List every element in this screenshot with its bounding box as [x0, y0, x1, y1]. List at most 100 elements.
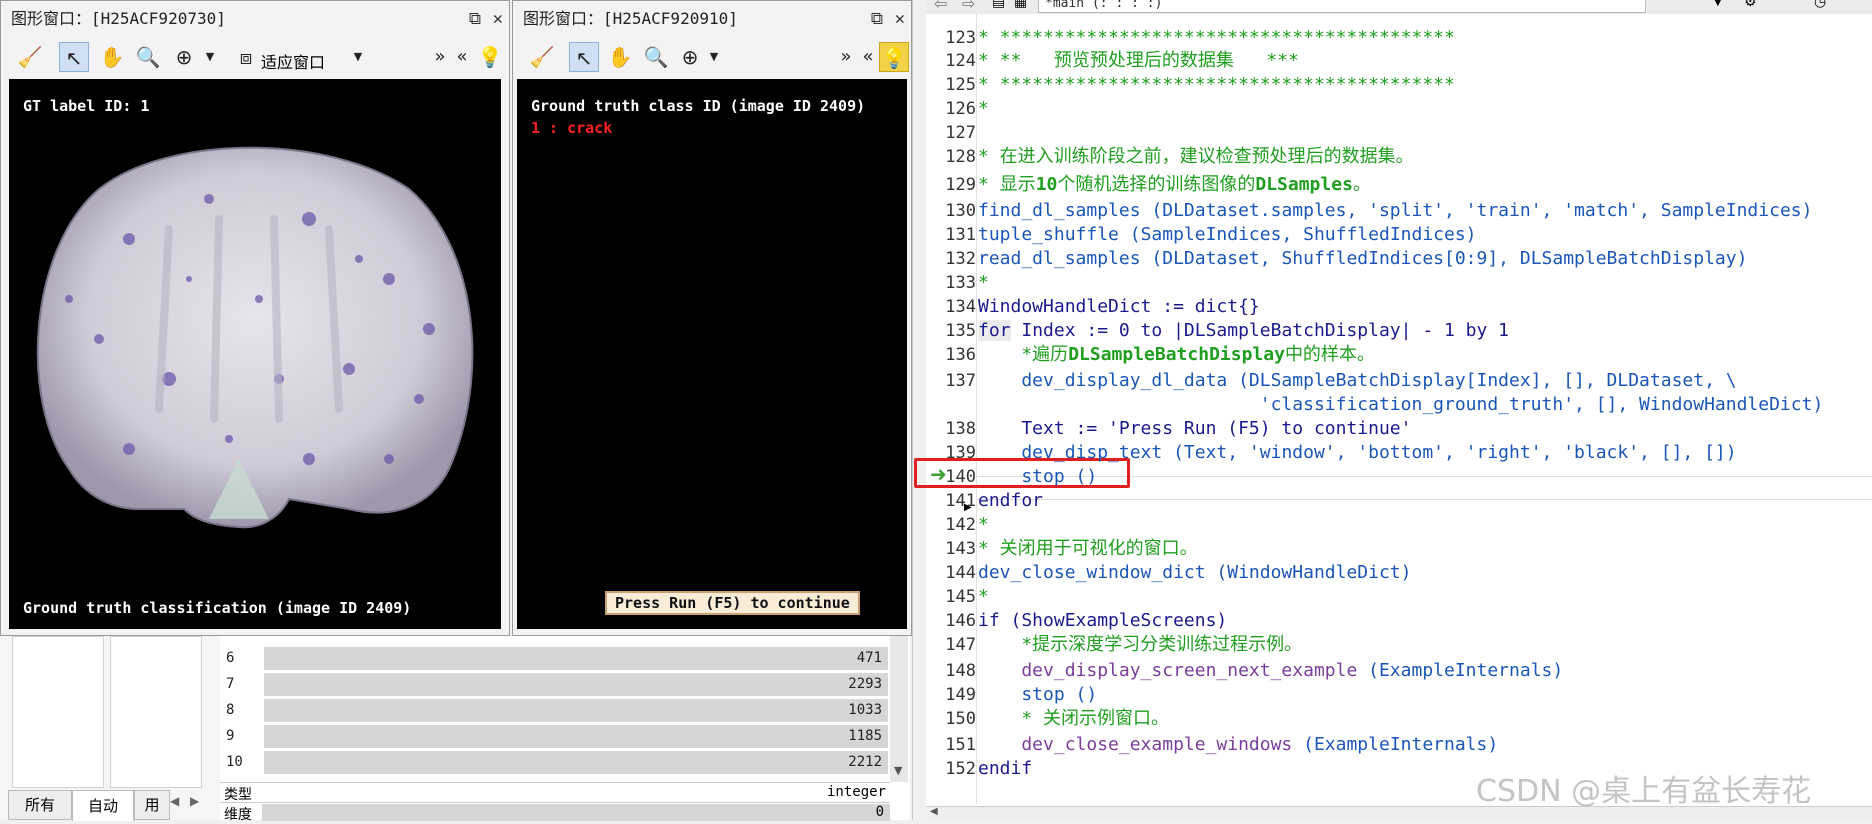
scroll-down-icon[interactable]: ▼: [894, 764, 902, 777]
row-index: 8: [226, 702, 235, 718]
code-line-131[interactable]: tuple_shuffle (SampleIndices, ShuffledIn…: [978, 223, 1477, 247]
code-kw: for: [978, 320, 1011, 341]
text-canvas[interactable]: Ground truth class ID (image ID 2409) 1 …: [517, 79, 907, 629]
code-line-139[interactable]: dev_disp_text (Text, 'window', 'bottom',…: [978, 441, 1736, 465]
code-line-125[interactable]: * **************************************…: [978, 73, 1455, 97]
magnify-icon[interactable]: 🔍: [641, 42, 671, 72]
procedure-selector[interactable]: *main (: : : :): [1038, 0, 1646, 13]
restore-icon[interactable]: ⧉: [469, 1, 481, 37]
zoom-dropdown-icon[interactable]: ▼: [195, 42, 225, 72]
code-line-140[interactable]: stop (): [978, 465, 1097, 489]
table-row[interactable]: 9 1185: [222, 724, 888, 749]
tab-auto[interactable]: 自动: [72, 790, 134, 821]
clear-broom-icon[interactable]: 🧹: [15, 42, 45, 72]
table-row[interactable]: 10 2212: [222, 750, 888, 775]
code-line-138[interactable]: Text := 'Press Run (F5) to continue': [978, 417, 1411, 441]
code-fn: read_dl_samples: [978, 248, 1141, 269]
code-line-133[interactable]: *: [978, 271, 989, 295]
forward-arrow-icon[interactable]: ⇨: [962, 0, 975, 13]
fit-window-icon[interactable]: ⧈: [231, 42, 261, 72]
image-canvas[interactable]: GT label ID: 1 Ground truth classificati…: [9, 79, 501, 629]
close-icon[interactable]: ✕: [895, 1, 905, 37]
graphics-window-2[interactable]: 图形窗口：[H25ACF920910] ⧉ ✕ 🧹 ↖ ✋ 🔍 ⊕ ▼ » « …: [512, 0, 912, 636]
code-fn: dev_disp_text: [978, 442, 1163, 463]
code-line-150[interactable]: * 关闭示例窗口。: [978, 707, 1169, 731]
code-fn: dev_display_dl_data: [978, 370, 1228, 391]
code-line-141[interactable]: endfor: [978, 489, 1043, 513]
pointer-icon[interactable]: ↖: [569, 42, 599, 72]
line-number: 142: [945, 515, 976, 535]
type-row: 类型 integer: [220, 782, 890, 803]
watermark: CSDN @桌上有盆长寿花: [1476, 774, 1812, 809]
code-line-149[interactable]: stop (): [978, 683, 1097, 707]
pan-hand-icon[interactable]: ✋: [605, 42, 635, 72]
back-arrow-icon[interactable]: ⇦: [934, 0, 947, 13]
code-line-147[interactable]: *提示深度学习分类训练过程示例。: [978, 633, 1302, 657]
fit-dropdown-icon[interactable]: ▼: [343, 42, 373, 72]
clear-broom-icon[interactable]: 🧹: [527, 42, 557, 72]
code-line-151[interactable]: dev_close_example_windows (ExampleIntern…: [978, 733, 1498, 757]
code-args: (DLDataset.samples, 'split', 'train', 'm…: [1140, 200, 1813, 221]
code-line-137[interactable]: dev_display_dl_data (DLSampleBatchDispla…: [978, 369, 1736, 393]
bottom-classification-text: Ground truth classification (image ID 24…: [23, 599, 412, 617]
zoom-dropdown-icon[interactable]: ▼: [699, 42, 729, 72]
tab-scroll-left-icon[interactable]: ◀: [170, 794, 179, 808]
clock-icon[interactable]: ◷: [1814, 0, 1826, 10]
code-line-124[interactable]: * ** 预览预处理后的数据集 ***: [978, 49, 1299, 73]
row-value: 1033: [848, 702, 882, 718]
window-title-bar[interactable]: 图形窗口：[H25ACF920730] ⧉ ✕: [1, 1, 509, 37]
table-row[interactable]: 7 2293: [222, 672, 888, 697]
window-title: 图形窗口：[H25ACF920910]: [523, 9, 738, 28]
code-line-148[interactable]: dev_display_screen_next_example (Example…: [978, 659, 1563, 683]
fit-window-label[interactable]: 适应窗口: [261, 49, 325, 73]
code-args: (): [1064, 684, 1098, 705]
line-number: 144: [945, 563, 976, 583]
table-row[interactable]: 6 471: [222, 646, 888, 671]
window-title-bar[interactable]: 图形窗口：[H25ACF920910] ⧉ ✕: [513, 1, 911, 37]
code-line-126[interactable]: *: [978, 97, 989, 121]
code-line-132[interactable]: read_dl_samples (DLDataset, ShuffledIndi…: [978, 247, 1747, 271]
panel-column: [12, 636, 104, 788]
line-number: 138: [945, 419, 976, 439]
bulb-icon[interactable]: 💡: [475, 42, 505, 72]
list-icon[interactable]: ▤: [992, 0, 1005, 10]
pointer-icon[interactable]: ↖: [59, 42, 89, 72]
row-bar: [264, 725, 888, 748]
code-line-130[interactable]: find_dl_samples (DLDataset.samples, 'spl…: [978, 199, 1812, 223]
settings-icon[interactable]: ⚙: [1744, 0, 1757, 10]
code-text: 。: [1352, 174, 1371, 195]
code-line-152[interactable]: endif: [978, 757, 1032, 781]
code-text: 10: [1035, 174, 1058, 195]
code-line-146[interactable]: if (ShowExampleScreens): [978, 609, 1227, 633]
tab-all[interactable]: 所有: [8, 790, 72, 820]
code-line-129[interactable]: * 显示10个随机选择的训练图像的DLSamples。: [978, 173, 1371, 197]
code-line-134[interactable]: WindowHandleDict := dict{}: [978, 295, 1260, 319]
scroll-left-icon[interactable]: ◀: [930, 806, 938, 817]
code-line-136[interactable]: *遍历DLSampleBatchDisplay中的样本。: [978, 343, 1375, 367]
tab-scroll-right-icon[interactable]: ▶: [190, 794, 199, 808]
code-line-144[interactable]: dev_close_window_dict (WindowHandleDict): [978, 561, 1411, 585]
restore-icon[interactable]: ⧉: [871, 1, 883, 37]
grid-icon[interactable]: ▦: [1014, 0, 1027, 10]
code-line-137-cont[interactable]: 'classification_ground_truth', [], Windo…: [978, 393, 1824, 417]
code-line-142[interactable]: *: [978, 513, 989, 537]
code-line-145[interactable]: *: [978, 585, 989, 609]
table-scrollbar[interactable]: [890, 636, 908, 782]
tab-used[interactable]: 用: [134, 790, 170, 820]
row-bar: [264, 699, 888, 722]
graphics-window-1[interactable]: 图形窗口：[H25ACF920730] ⧉ ✕ 🧹 ↖ ✋ 🔍 ⊕ ▼ ⧈ 适应…: [0, 0, 510, 636]
chevrons-left-icon[interactable]: «: [447, 42, 477, 72]
selector-dropdown-icon[interactable]: ▼: [1714, 0, 1722, 8]
row-bar: [264, 751, 888, 774]
code-line-143[interactable]: * 关闭用于可视化的窗口。: [978, 537, 1198, 561]
code-line-123[interactable]: * **************************************…: [978, 26, 1455, 50]
table-row[interactable]: 8 1033: [222, 698, 888, 723]
code-text: DLSampleBatchDisplay: [1068, 344, 1285, 365]
bulb-icon[interactable]: 💡: [879, 42, 909, 72]
magnify-icon[interactable]: 🔍: [133, 42, 163, 72]
code-fn: dev_close_example_windows: [978, 734, 1293, 755]
pan-hand-icon[interactable]: ✋: [97, 42, 127, 72]
code-line-135[interactable]: for Index := 0 to |DLSampleBatchDisplay|…: [978, 319, 1509, 343]
close-icon[interactable]: ✕: [493, 1, 503, 37]
code-line-128[interactable]: * 在进入训练阶段之前，建议检查预处理后的数据集。: [978, 145, 1414, 169]
